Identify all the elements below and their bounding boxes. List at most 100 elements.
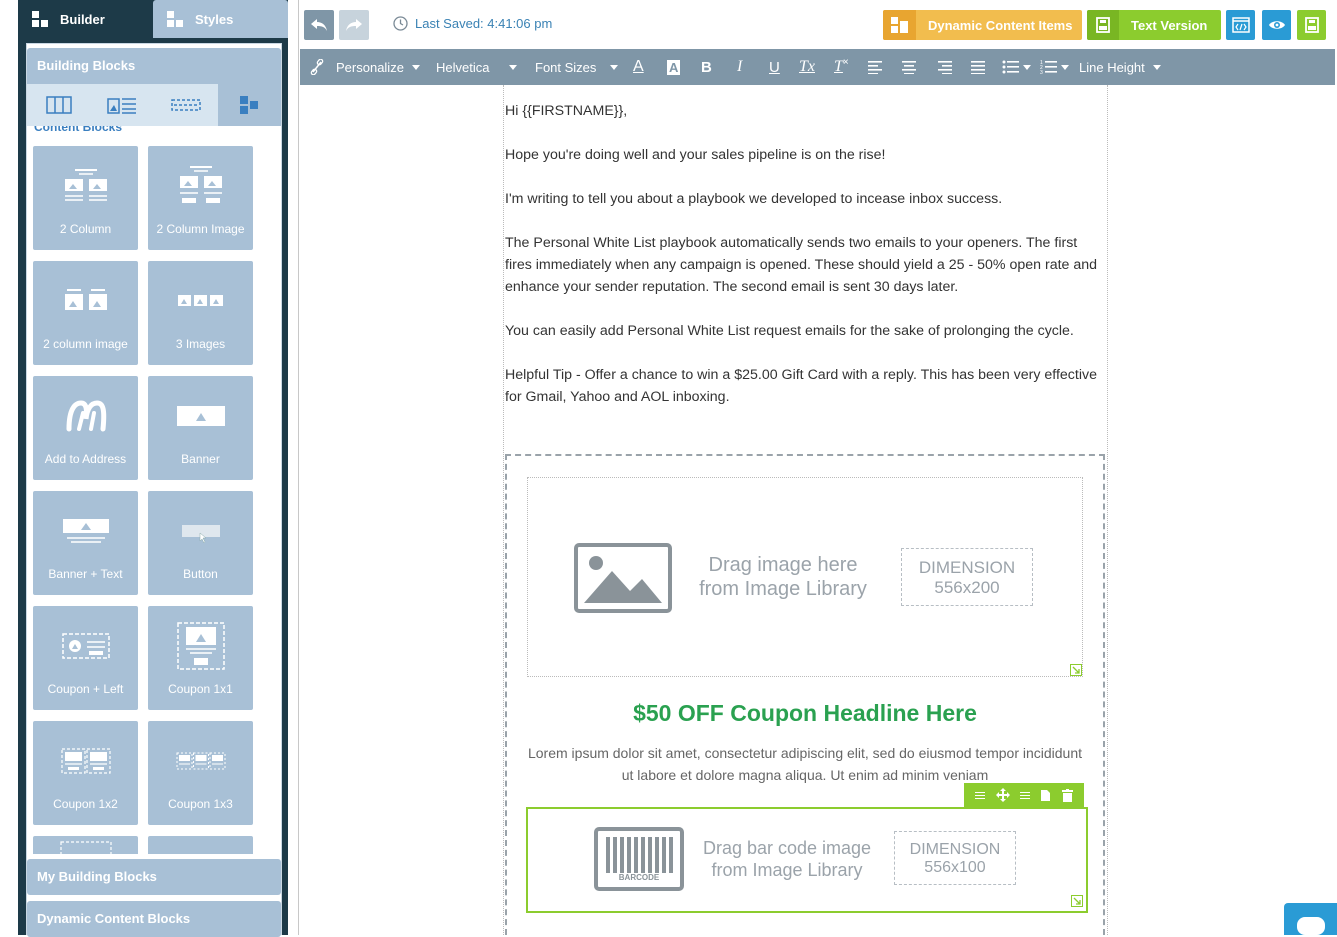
dimension-value: 556x200 bbox=[934, 578, 1000, 597]
line-height-label: Line Height bbox=[1079, 59, 1145, 75]
block-label: 2 Column bbox=[59, 222, 112, 236]
dimension-box: DIMENSION 556x100 bbox=[894, 831, 1016, 885]
align-right-button[interactable] bbox=[936, 49, 952, 85]
dynamic-content-icon bbox=[890, 17, 908, 33]
building-blocks-panel: Building Blocks Content Blocks 2 Column … bbox=[26, 43, 282, 937]
block-coupon-left[interactable]: Coupon + Left bbox=[33, 606, 138, 710]
numbered-list-dropdown[interactable]: 123 bbox=[1040, 49, 1069, 85]
block-label: Banner + Text bbox=[48, 567, 123, 581]
drop-line-2: from Image Library bbox=[699, 578, 867, 600]
undo-icon bbox=[311, 19, 327, 31]
line-height-dropdown[interactable]: Line Height bbox=[1079, 49, 1161, 85]
redo-button[interactable] bbox=[339, 10, 369, 40]
block-coupon-1x1[interactable]: Coupon 1x1 bbox=[148, 606, 253, 710]
dimension-label: DIMENSION bbox=[918, 558, 1016, 577]
tab-styles[interactable]: Styles bbox=[153, 0, 288, 38]
tab-content-blocks[interactable] bbox=[217, 84, 281, 126]
duplicate-icon[interactable] bbox=[1040, 789, 1051, 802]
email-paragraph[interactable]: Helpful Tip - Offer a chance to win a $2… bbox=[505, 364, 1105, 408]
link-icon[interactable] bbox=[310, 49, 324, 85]
block-label: 2 column image bbox=[43, 337, 128, 351]
dimension-box: DIMENSION 556x200 bbox=[901, 548, 1033, 606]
image-text-icon bbox=[107, 98, 137, 114]
personalize-label: Personalize bbox=[336, 59, 404, 75]
underline-button[interactable]: U bbox=[769, 49, 780, 85]
clock-icon bbox=[393, 16, 408, 31]
dynamic-content-items-button[interactable]: Dynamic Content Items bbox=[883, 10, 1082, 40]
dimension-value: 556x100 bbox=[924, 859, 986, 876]
two-images-icon bbox=[64, 289, 107, 310]
code-icon bbox=[1231, 17, 1250, 33]
block-coupon-1x2[interactable]: Coupon 1x2 bbox=[33, 721, 138, 825]
tab-builder[interactable]: Builder bbox=[18, 0, 151, 38]
styles-icon bbox=[167, 11, 183, 27]
block-two-column[interactable]: 2 Column bbox=[33, 146, 138, 250]
align-center-button[interactable] bbox=[901, 49, 917, 85]
font-sizes-dropdown[interactable]: Font Sizes bbox=[535, 49, 619, 85]
format-toolbar: Personalize Helvetica Font Sizes A A B I… bbox=[300, 49, 1335, 85]
barcode-drop-zone[interactable]: BARCODE Drag bar code image from Image L… bbox=[526, 807, 1088, 913]
bold-button[interactable]: B bbox=[701, 49, 712, 85]
undo-button[interactable] bbox=[304, 10, 334, 40]
my-building-blocks-section[interactable]: My Building Blocks bbox=[27, 859, 281, 895]
last-saved: Last Saved: 4:41:06 pm bbox=[393, 16, 552, 31]
drag-handle-icon[interactable] bbox=[975, 790, 986, 800]
chat-icon bbox=[1297, 917, 1325, 935]
resize-handle-icon[interactable] bbox=[1070, 664, 1082, 676]
coupon-headline[interactable]: $50 OFF Coupon Headline Here bbox=[505, 700, 1105, 727]
chat-widget-button[interactable] bbox=[1284, 903, 1337, 935]
last-saved-text: Last Saved: 4:41:06 pm bbox=[415, 16, 553, 31]
columns-icon bbox=[46, 96, 72, 114]
move-icon[interactable] bbox=[995, 788, 1010, 802]
bold-icon: B bbox=[701, 58, 712, 76]
align-left-button[interactable] bbox=[868, 49, 884, 85]
superscript-icon: T bbox=[834, 58, 843, 75]
preview-button[interactable] bbox=[1262, 10, 1291, 40]
block-two-column-image[interactable]: 2 Column Image bbox=[148, 146, 253, 250]
email-paragraph[interactable]: You can easily add Personal White List r… bbox=[505, 320, 1105, 342]
superscript-button[interactable]: T × bbox=[834, 49, 849, 85]
block-banner[interactable]: Banner bbox=[148, 376, 253, 480]
email-paragraph[interactable]: The Personal White List playbook automat… bbox=[505, 232, 1105, 298]
trash-icon[interactable] bbox=[1061, 788, 1073, 802]
background-color-button[interactable]: A bbox=[667, 49, 681, 85]
tab-image-text[interactable] bbox=[91, 84, 155, 126]
building-blocks-header[interactable]: Building Blocks bbox=[27, 48, 281, 84]
font-sizes-label: Font Sizes bbox=[535, 59, 597, 75]
chevron-down-icon bbox=[1061, 64, 1069, 70]
align-justify-button[interactable] bbox=[970, 49, 986, 85]
block-three-images[interactable]: 3 Images bbox=[148, 261, 253, 365]
block-two-images[interactable]: 2 column image bbox=[33, 261, 138, 365]
italic-button[interactable]: I bbox=[737, 49, 742, 85]
tab-columns[interactable] bbox=[27, 84, 91, 126]
content-blocks-label: Content Blocks bbox=[34, 126, 123, 134]
block-banner-text[interactable]: Banner + Text bbox=[33, 491, 138, 595]
html-code-button[interactable] bbox=[1226, 10, 1255, 40]
dynamic-content-label: Dynamic Content Items bbox=[928, 17, 1073, 33]
image-drop-zone[interactable]: Drag image here from Image Library DIMEN… bbox=[527, 477, 1083, 677]
italic-icon: I bbox=[737, 58, 743, 75]
personalize-dropdown[interactable]: Personalize bbox=[336, 49, 420, 85]
clear-formatting-button[interactable]: Tx bbox=[799, 49, 815, 85]
resize-handle-icon[interactable] bbox=[1071, 895, 1083, 907]
block-button[interactable]: Button bbox=[148, 491, 253, 595]
two-column-icon bbox=[64, 169, 107, 201]
email-paragraph[interactable]: Hope you're doing well and your sales pi… bbox=[505, 144, 1105, 166]
block-partial[interactable] bbox=[33, 836, 138, 854]
font-family-dropdown[interactable]: Helvetica bbox=[436, 49, 518, 85]
tab-dividers[interactable] bbox=[154, 84, 218, 126]
block-label: Coupon + Left bbox=[47, 682, 124, 696]
dynamic-content-blocks-section[interactable]: Dynamic Content Blocks bbox=[27, 901, 281, 937]
coupon-body[interactable]: Lorem ipsum dolor sit amet, consectetur … bbox=[525, 742, 1085, 786]
drag-handle-icon[interactable] bbox=[1019, 790, 1030, 800]
email-paragraph[interactable]: I'm writing to tell you about a playbook… bbox=[505, 188, 1105, 210]
block-add-to-address[interactable]: Add to Address bbox=[33, 376, 138, 480]
block-partial[interactable] bbox=[148, 836, 253, 854]
bullet-list-dropdown[interactable] bbox=[1002, 49, 1031, 85]
font-color-button[interactable]: A bbox=[633, 49, 644, 85]
save-button[interactable] bbox=[1297, 10, 1326, 40]
two-column-image-icon bbox=[179, 166, 222, 203]
text-version-button[interactable]: Text Version bbox=[1087, 10, 1221, 40]
block-coupon-1x3[interactable]: Coupon 1x3 bbox=[148, 721, 253, 825]
email-greeting[interactable]: Hi {{FIRSTNAME}}, bbox=[505, 100, 1105, 122]
